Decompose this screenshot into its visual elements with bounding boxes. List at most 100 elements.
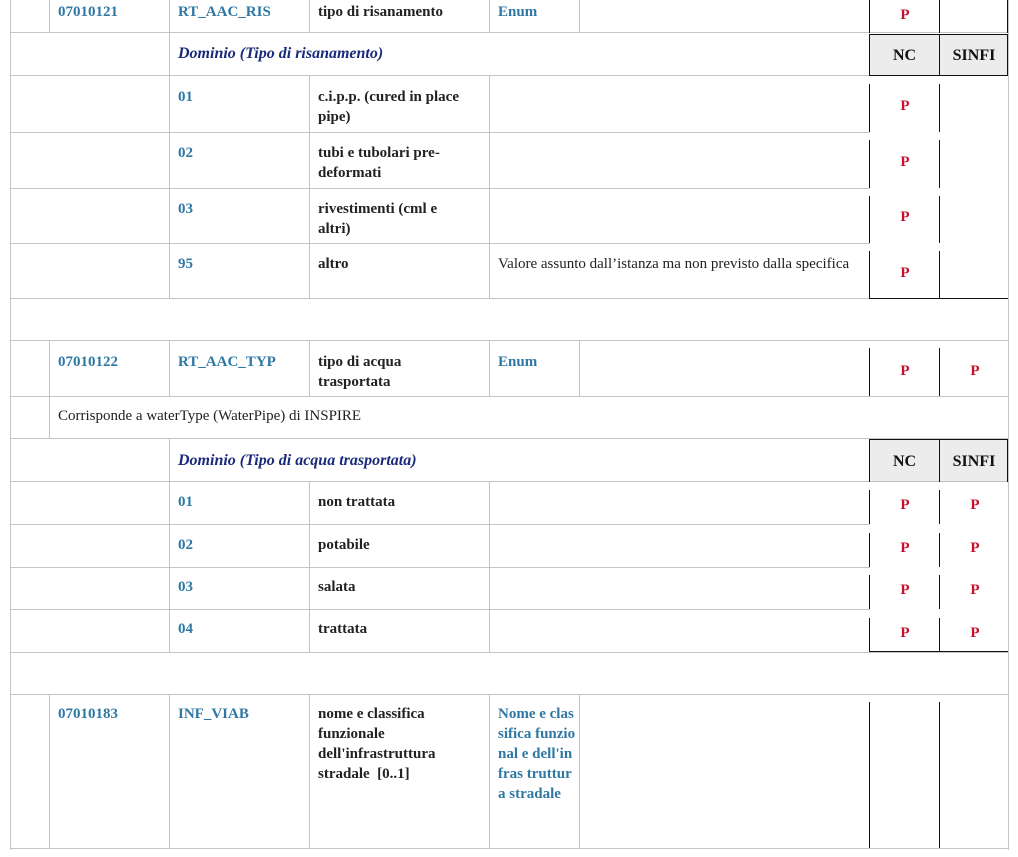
- nc-box-border: [939, 575, 940, 609]
- nc-box-border: [939, 196, 940, 243]
- domain-value-label: non trattata: [318, 494, 396, 510]
- nc-box-border: [939, 84, 940, 132]
- col-divider: [169, 33, 170, 299]
- nc-box-border: [869, 0, 870, 33]
- attribute-type: Enum: [498, 4, 538, 20]
- row-divider: [10, 243, 870, 244]
- row-divider: [10, 396, 1008, 397]
- sinfi-flag: P: [970, 497, 980, 513]
- attribute-description: tipo di acqua trasportata: [318, 354, 402, 390]
- nc-box-border: [939, 348, 940, 396]
- row-divider: [10, 188, 870, 189]
- row-divider: [10, 567, 870, 568]
- document-page: 07010121 RT_AAC_RIS tipo di risanamento …: [0, 0, 1018, 857]
- domain-value-label: potabile: [318, 537, 370, 553]
- col-divider: [309, 341, 310, 397]
- col-divider: [489, 341, 490, 397]
- nc-box-border: [869, 490, 870, 524]
- nc-box-border: [939, 140, 940, 188]
- domain-value-code: 03: [178, 579, 193, 595]
- attribute-code: 07010122: [58, 354, 118, 370]
- nc-flag: P: [900, 7, 910, 23]
- domain-value-label: rivestimenti (cml e altri): [318, 201, 438, 237]
- col-divider: [49, 695, 50, 849]
- col-divider: [489, 695, 490, 849]
- domain-value-code: 01: [178, 494, 193, 510]
- row-divider: [10, 32, 1008, 33]
- nc-flag: P: [900, 363, 910, 379]
- nc-flag: P: [900, 497, 910, 513]
- nc-box-border: [869, 251, 870, 298]
- col-divider: [309, 76, 310, 299]
- domain-value-code: 01: [178, 89, 193, 105]
- col-divider: [309, 482, 310, 653]
- row-divider: [10, 652, 1008, 653]
- nc-flag: P: [900, 209, 910, 225]
- domain-value-label: c.i.p.p. (cured in place pipe): [318, 89, 459, 125]
- nc-flag: P: [900, 265, 910, 281]
- nc-box-border: [869, 533, 870, 567]
- nc-box-border: [869, 84, 870, 132]
- nc-box-border: [939, 533, 940, 567]
- nc-box-border: [869, 702, 870, 848]
- nc-box-border: [869, 651, 1008, 652]
- domain-value-code: 02: [178, 145, 193, 161]
- nc-box-border: [939, 0, 940, 33]
- attribute-name: RT_AAC_TYP: [178, 354, 276, 370]
- attribute-name: RT_AAC_RIS: [178, 4, 271, 20]
- col-divider: [579, 695, 580, 849]
- column-header-sinfi: SINFI: [952, 453, 996, 470]
- sinfi-flag: P: [970, 363, 980, 379]
- col-divider: [169, 695, 170, 849]
- col-divider: [579, 341, 580, 397]
- col-divider: [169, 341, 170, 397]
- attribute-code: 07010183: [58, 706, 118, 722]
- sinfi-flag: P: [970, 582, 980, 598]
- col-divider: [49, 0, 50, 33]
- col-divider: [579, 0, 580, 33]
- nc-flag: P: [900, 540, 910, 556]
- nc-box-border: [869, 140, 870, 188]
- column-header-nc: NC: [892, 453, 917, 470]
- nc-box-border: [1007, 0, 1008, 33]
- nc-box-border: [869, 196, 870, 243]
- col-divider: [309, 0, 310, 33]
- nc-flag: P: [900, 582, 910, 598]
- table-border-left: [10, 0, 11, 850]
- domain-value-code: 02: [178, 537, 193, 553]
- domain-value-code: 03: [178, 201, 193, 217]
- sinfi-flag: P: [970, 625, 980, 641]
- row-divider: [10, 609, 870, 610]
- attribute-code: 07010121: [58, 4, 118, 20]
- col-divider: [169, 439, 170, 653]
- table-border-right: [1008, 0, 1009, 850]
- row-divider: [10, 524, 870, 525]
- attribute-description: nome e classifica funzionale dell'infras…: [318, 706, 440, 782]
- domain-title: Dominio (Tipo di acqua trasportata): [178, 452, 417, 469]
- nc-flag: P: [900, 98, 910, 114]
- nc-box-border: [869, 618, 870, 652]
- domain-value-code: 95: [178, 256, 193, 272]
- attribute-type: Enum: [498, 354, 538, 370]
- domain-title: Dominio (Tipo di risanamento): [178, 45, 384, 62]
- domain-value-code: 04: [178, 621, 193, 637]
- domain-value-label: tubi e tubolari pre-deformati: [318, 145, 440, 181]
- row-divider: [10, 340, 1008, 341]
- row-divider: [10, 848, 1008, 849]
- nc-flag: P: [900, 625, 910, 641]
- col-divider: [309, 695, 310, 849]
- nc-box-border: [939, 702, 940, 848]
- row-divider: [10, 438, 1008, 439]
- row-divider: [10, 75, 1008, 76]
- sinfi-flag: P: [970, 540, 980, 556]
- col-divider: [489, 482, 490, 653]
- nc-box-border: [939, 490, 940, 524]
- nc-box-border: [869, 75, 1008, 76]
- nc-box-border: [869, 298, 1008, 299]
- col-divider: [489, 0, 490, 33]
- nc-flag: P: [900, 154, 910, 170]
- col-divider: [169, 0, 170, 33]
- domain-value-note: Valore assunto dall’istanza ma non previ…: [498, 256, 850, 272]
- row-divider: [10, 694, 1008, 695]
- row-divider: [10, 132, 870, 133]
